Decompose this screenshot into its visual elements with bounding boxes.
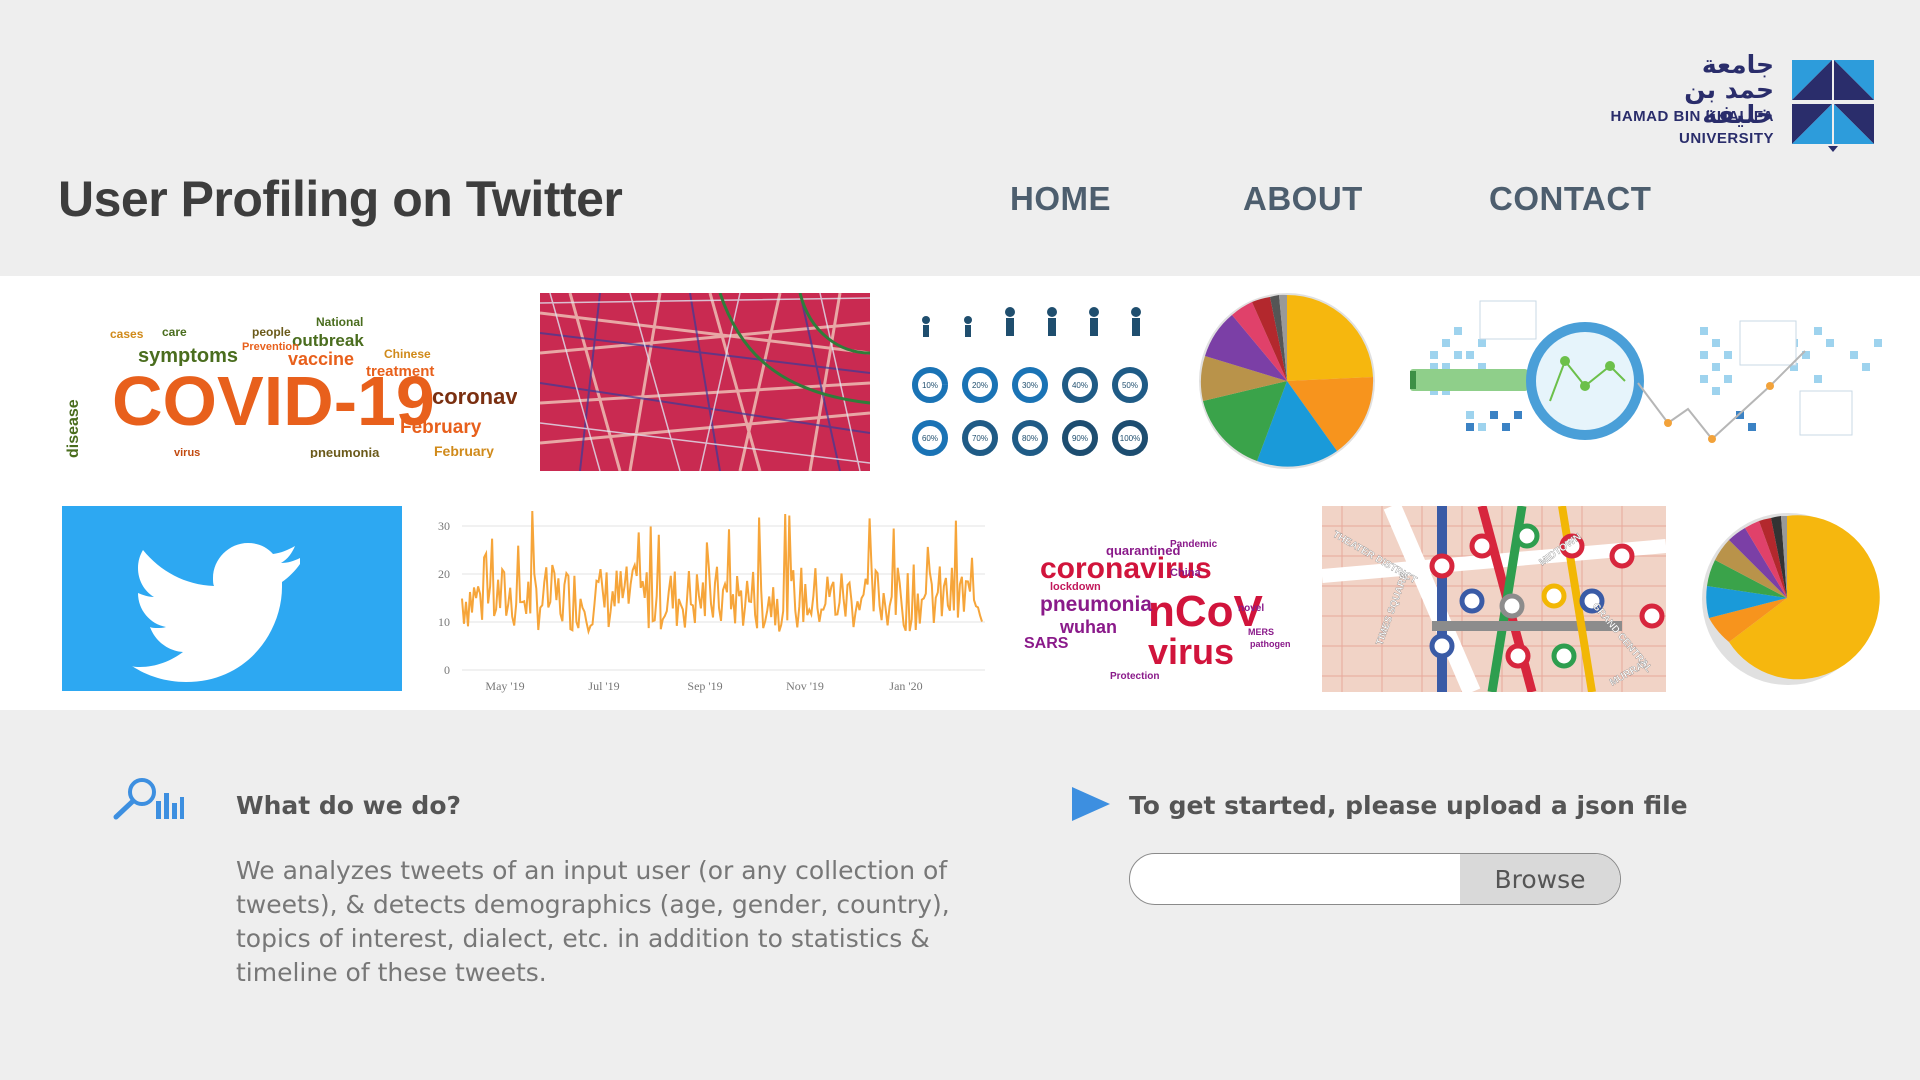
pie-chart-image-1 — [1195, 291, 1380, 471]
file-upload-control: Browse — [1129, 853, 1621, 905]
analytics-magnifier-illustration — [1410, 291, 1885, 471]
what-we-do-heading: What do we do? — [236, 791, 461, 820]
play-arrow-icon — [1072, 787, 1110, 821]
percent-label: 50% — [1122, 381, 1138, 390]
people-percentage-infographic: 10% 20% 30% 40% 50% 60% 70% 80% 90% 100% — [908, 298, 1153, 463]
ts-y-tick: 0 — [444, 663, 450, 677]
upload-heading: To get started, please upload a json fil… — [1129, 791, 1688, 820]
tweet-timeseries-chart: 30 20 10 0 May '19 Jul '19 Sep '19 Nov '… — [430, 504, 990, 694]
percent-label: 90% — [1072, 434, 1088, 443]
ts-x-tick: Sep '19 — [687, 679, 722, 693]
hbku-emblem-icon — [1792, 60, 1874, 152]
what-we-do-description: We analyzes tweets of an input user (or … — [236, 856, 950, 987]
percent-label: 20% — [972, 381, 988, 390]
covid-wordcloud-image: COVID-19 symptoms vaccine coronavirus Fe… — [62, 298, 517, 458]
ts-x-tick: May '19 — [485, 679, 524, 693]
nav-contact-link[interactable]: CONTACT — [1489, 180, 1651, 218]
ts-x-tick: Jul '19 — [588, 679, 619, 693]
twitter-bird-icon — [132, 543, 300, 682]
image-gallery-strip: COVID-19 symptoms vaccine coronavirus Fe… — [0, 276, 1920, 710]
metro-map-image: THEATER DISTRICT MIDTOWN TIMES SQUARE GR… — [1322, 506, 1666, 692]
nav-home-link[interactable]: HOME — [1010, 180, 1111, 218]
ts-y-tick: 10 — [438, 615, 450, 629]
colorful-map-image — [540, 293, 870, 471]
twitter-logo-tile — [62, 506, 402, 691]
pie-chart-image-2 — [1702, 506, 1892, 691]
ts-x-tick: Jan '20 — [889, 679, 922, 693]
file-path-field[interactable] — [1130, 854, 1460, 904]
logo-english-line2: UNIVERSITY — [1678, 130, 1774, 147]
percent-label: 30% — [1022, 381, 1038, 390]
logo-english-line1: HAMAD BIN KHALIFA — [1610, 108, 1774, 125]
percent-label: 80% — [1022, 434, 1038, 443]
browse-button[interactable]: Browse — [1460, 854, 1620, 904]
ncov-wordcloud-image: coronavirus nCoV pneumonia virus wuhan S… — [1020, 504, 1300, 694]
ts-y-tick: 20 — [438, 567, 450, 581]
nav-about-link[interactable]: ABOUT — [1243, 180, 1363, 218]
percent-label: 70% — [972, 434, 988, 443]
university-logo[interactable]: جامعة حمد بن خليفة HAMAD BIN KHALIFA UNI… — [1606, 52, 1878, 156]
page-title: User Profiling on Twitter — [58, 171, 623, 227]
analytics-icon-wrap — [112, 775, 184, 826]
percent-label: 10% — [922, 381, 938, 390]
ts-series-line — [461, 510, 983, 636]
percent-label: 40% — [1072, 381, 1088, 390]
percent-label: 60% — [922, 434, 938, 443]
ts-y-tick: 30 — [438, 519, 450, 533]
search-analytics-icon — [113, 778, 184, 820]
ts-x-tick: Nov '19 — [786, 679, 824, 693]
percent-label: 100% — [1120, 434, 1140, 443]
